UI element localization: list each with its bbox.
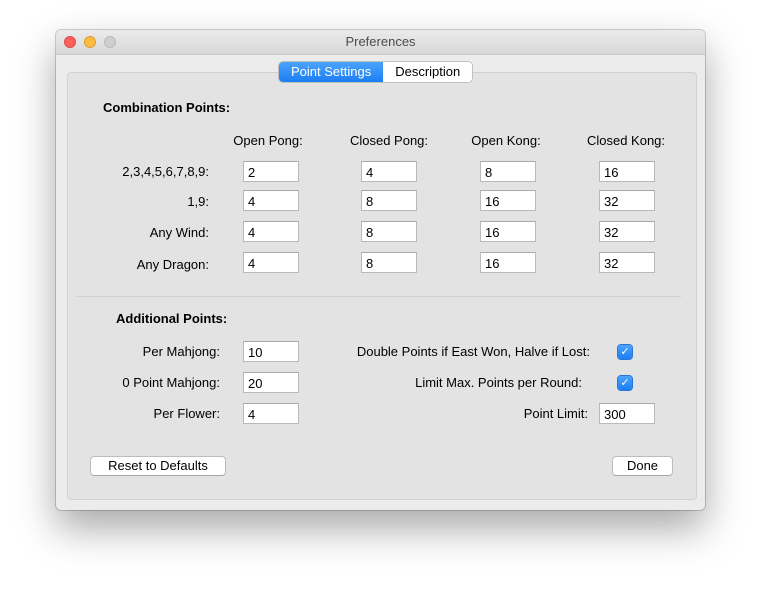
zero-point-mahjong-label: 0 Point Mahjong: bbox=[122, 375, 220, 390]
double-points-label: Double Points if East Won, Halve if Lost… bbox=[356, 344, 590, 359]
field-dragon-closed-pong[interactable]: 8 bbox=[361, 252, 417, 273]
row-label-2-9: 2,3,4,5,6,7,8,9: bbox=[122, 164, 209, 179]
field-1-9-open-pong[interactable]: 4 bbox=[243, 190, 299, 211]
tab-description[interactable]: Description bbox=[383, 62, 473, 82]
window-title: Preferences bbox=[345, 34, 416, 49]
combination-points-heading: Combination Points: bbox=[103, 100, 231, 115]
per-mahjong-label: Per Mahjong: bbox=[142, 344, 220, 359]
preferences-window: Preferences Point Settings Description C… bbox=[56, 30, 705, 510]
field-wind-open-kong[interactable]: 16 bbox=[480, 221, 536, 242]
column-closed-pong: Closed Pong: bbox=[349, 133, 429, 148]
per-flower-label: Per Flower: bbox=[153, 406, 220, 421]
limit-max-points-checkbox[interactable]: ✓ bbox=[618, 376, 632, 390]
minimize-window-button[interactable] bbox=[84, 36, 96, 48]
point-limit-label: Point Limit: bbox=[523, 406, 588, 421]
field-2-9-closed-kong[interactable]: 16 bbox=[599, 161, 655, 182]
field-1-9-open-kong[interactable]: 16 bbox=[480, 190, 536, 211]
column-closed-kong: Closed Kong: bbox=[586, 133, 666, 148]
close-window-button[interactable] bbox=[64, 36, 76, 48]
section-divider bbox=[77, 296, 681, 297]
field-wind-open-pong[interactable]: 4 bbox=[243, 221, 299, 242]
field-2-9-open-kong[interactable]: 8 bbox=[480, 161, 536, 182]
per-mahjong-field[interactable]: 10 bbox=[243, 341, 299, 362]
row-label-1-9: 1,9: bbox=[187, 194, 209, 209]
field-dragon-open-kong[interactable]: 16 bbox=[480, 252, 536, 273]
additional-points-heading: Additional Points: bbox=[116, 311, 228, 326]
checkmark-icon: ✓ bbox=[620, 377, 630, 389]
reset-to-defaults-button[interactable]: Reset to Defaults bbox=[90, 456, 226, 476]
per-flower-field[interactable]: 4 bbox=[243, 403, 299, 424]
zero-point-mahjong-field[interactable]: 20 bbox=[243, 372, 299, 393]
checkmark-icon: ✓ bbox=[620, 346, 630, 358]
limit-max-points-label: Limit Max. Points per Round: bbox=[415, 375, 582, 390]
field-wind-closed-kong[interactable]: 32 bbox=[599, 221, 655, 242]
column-open-kong: Open Kong: bbox=[471, 133, 541, 148]
field-dragon-closed-kong[interactable]: 32 bbox=[599, 252, 655, 273]
field-2-9-open-pong[interactable]: 2 bbox=[243, 161, 299, 182]
tab-segmented-control: Point Settings Description bbox=[279, 62, 473, 82]
zoom-window-button[interactable] bbox=[104, 36, 116, 48]
field-dragon-open-pong[interactable]: 4 bbox=[243, 252, 299, 273]
point-limit-field[interactable]: 300 bbox=[599, 403, 655, 424]
row-label-any-wind: Any Wind: bbox=[149, 225, 209, 240]
title-bar[interactable]: Preferences bbox=[56, 30, 705, 55]
tab-point-settings[interactable]: Point Settings bbox=[279, 62, 384, 82]
double-points-checkbox[interactable]: ✓ bbox=[618, 345, 632, 359]
field-1-9-closed-pong[interactable]: 8 bbox=[361, 190, 417, 211]
field-2-9-closed-pong[interactable]: 4 bbox=[361, 161, 417, 182]
row-label-any-dragon: Any Dragon: bbox=[136, 257, 209, 272]
field-wind-closed-pong[interactable]: 8 bbox=[361, 221, 417, 242]
done-button[interactable]: Done bbox=[612, 456, 673, 476]
field-1-9-closed-kong[interactable]: 32 bbox=[599, 190, 655, 211]
settings-panel: Combination Points: Open Pong: Closed Po… bbox=[67, 72, 697, 500]
column-open-pong: Open Pong: bbox=[233, 133, 303, 148]
